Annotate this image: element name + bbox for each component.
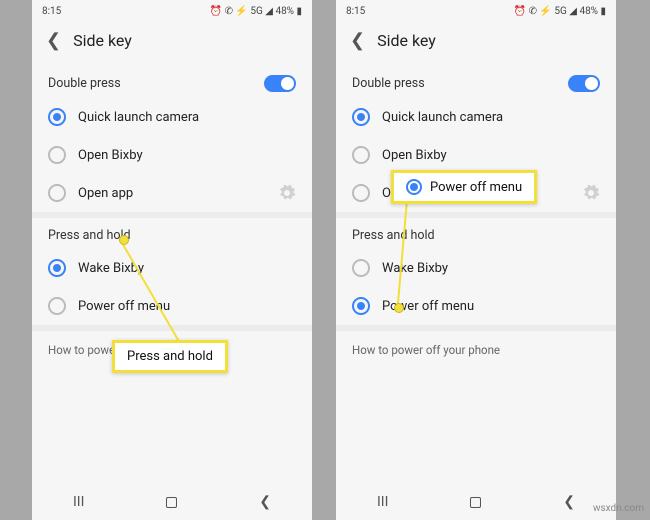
- back-icon[interactable]: ❮: [46, 30, 61, 51]
- nav-home-icon[interactable]: [470, 497, 481, 508]
- option-label: Open Bixby: [78, 148, 143, 163]
- back-icon[interactable]: ❮: [350, 30, 365, 51]
- radio-icon: [352, 146, 370, 164]
- annotation-dot: [119, 235, 129, 245]
- callout-label: Press and hold: [127, 349, 213, 364]
- android-navbar: III ❮: [336, 484, 616, 520]
- option-label: Open app: [78, 186, 133, 201]
- page-title: Side key: [73, 31, 132, 50]
- callout-power-off-menu: Power off menu: [391, 170, 537, 204]
- radio-icon: [48, 297, 66, 315]
- gear-icon[interactable]: [278, 184, 296, 202]
- option-quick-launch-camera[interactable]: Quick launch camera: [336, 98, 616, 136]
- option-label: Quick launch camera: [78, 110, 199, 125]
- double-press-toggle[interactable]: [568, 75, 600, 92]
- status-time: 8:15: [42, 6, 61, 17]
- android-navbar: III ❮: [32, 484, 312, 520]
- option-open-app[interactable]: Open app: [32, 174, 312, 212]
- option-open-bixby[interactable]: Open Bixby: [32, 136, 312, 174]
- section-double-press: Double press: [336, 65, 616, 98]
- section-label: Double press: [48, 76, 121, 91]
- status-indicators: ⏰ ✆ ⚡ 5G ◢ 48% ▮: [210, 6, 302, 17]
- radio-icon: [352, 108, 370, 126]
- radio-icon: [48, 259, 66, 277]
- option-label: Quick launch camera: [382, 110, 503, 125]
- radio-icon: [352, 297, 370, 315]
- header: ❮ Side key: [32, 20, 312, 65]
- callout-press-and-hold: Press and hold: [112, 340, 228, 373]
- option-wake-bixby[interactable]: Wake Bixby: [32, 249, 312, 287]
- status-bar: 8:15 ⏰ ✆ ⚡ 5G ◢ 48% ▮: [32, 0, 312, 20]
- section-label: Press and hold: [352, 228, 435, 243]
- annotation-dot: [394, 303, 404, 313]
- option-quick-launch-camera[interactable]: Quick launch camera: [32, 98, 312, 136]
- phone-right: 8:15 ⏰ ✆ ⚡ 5G ◢ 48% ▮ ❮ Side key Double …: [336, 0, 616, 520]
- footnote[interactable]: How to power off your phone: [336, 331, 616, 369]
- nav-back-icon[interactable]: ❮: [259, 494, 271, 510]
- radio-icon: [48, 146, 66, 164]
- option-label: Open Bixby: [382, 148, 447, 163]
- nav-recent-icon[interactable]: III: [73, 494, 84, 510]
- callout-label: Power off menu: [430, 180, 522, 195]
- option-power-off-menu[interactable]: Power off menu: [336, 287, 616, 325]
- option-wake-bixby[interactable]: Wake Bixby: [336, 249, 616, 287]
- phone-left: 8:15 ⏰ ✆ ⚡ 5G ◢ 48% ▮ ❮ Side key Double …: [32, 0, 312, 520]
- option-label: Wake Bixby: [382, 261, 448, 276]
- option-power-off-menu[interactable]: Power off menu: [32, 287, 312, 325]
- status-time: 8:15: [346, 6, 365, 17]
- nav-recent-icon[interactable]: III: [377, 494, 388, 510]
- status-indicators: ⏰ ✆ ⚡ 5G ◢ 48% ▮: [514, 6, 606, 17]
- page-title: Side key: [377, 31, 436, 50]
- nav-home-icon[interactable]: [166, 497, 177, 508]
- status-bar: 8:15 ⏰ ✆ ⚡ 5G ◢ 48% ▮: [336, 0, 616, 20]
- radio-icon: [48, 108, 66, 126]
- watermark: wsxdn.com: [593, 503, 644, 514]
- radio-icon: [406, 179, 422, 195]
- double-press-toggle[interactable]: [264, 75, 296, 92]
- radio-icon: [352, 259, 370, 277]
- section-press-hold: Press and hold: [32, 218, 312, 249]
- section-double-press: Double press: [32, 65, 312, 98]
- radio-icon: [48, 184, 66, 202]
- option-open-bixby[interactable]: Open Bixby: [336, 136, 616, 174]
- header: ❮ Side key: [336, 20, 616, 65]
- radio-icon: [352, 184, 370, 202]
- section-press-hold: Press and hold: [336, 218, 616, 249]
- gear-icon[interactable]: [582, 184, 600, 202]
- nav-back-icon[interactable]: ❮: [563, 494, 575, 510]
- section-label: Double press: [352, 76, 425, 91]
